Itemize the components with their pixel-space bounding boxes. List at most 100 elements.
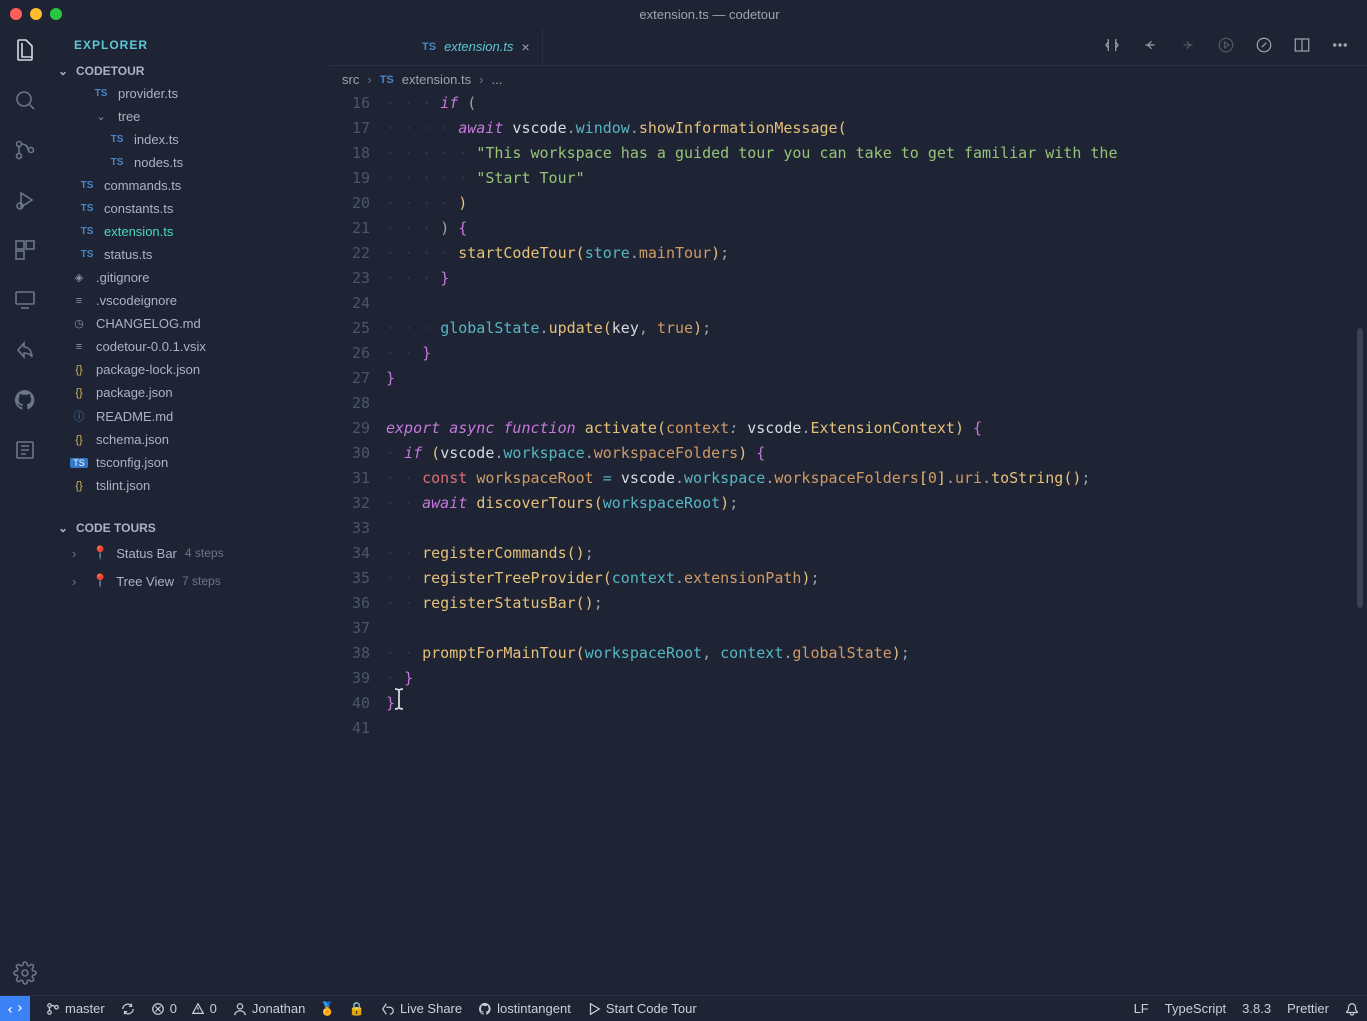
remote-explorer-icon[interactable] xyxy=(13,288,37,312)
file-pkg[interactable]: {}package.json xyxy=(58,381,330,404)
language-button[interactable]: TypeScript xyxy=(1165,1001,1226,1016)
line-number: 17 xyxy=(330,116,386,141)
section-header-codetour[interactable]: ⌄ CODETOUR xyxy=(50,60,330,82)
line-number: 37 xyxy=(330,616,386,641)
warning-icon xyxy=(191,1002,205,1016)
file-label: commands.ts xyxy=(104,178,181,193)
file-nodes[interactable]: TSnodes.ts xyxy=(58,151,330,174)
file-commands[interactable]: TS commands.ts xyxy=(58,174,330,197)
file-readme[interactable]: ⓘREADME.md xyxy=(58,404,330,428)
tour-item-treeview[interactable]: › 📍 Tree View 7 steps xyxy=(50,567,330,595)
scrollbar[interactable] xyxy=(1357,328,1363,608)
open-changes-icon[interactable] xyxy=(1255,36,1273,57)
explorer-icon[interactable] xyxy=(13,38,37,62)
line-number: 18 xyxy=(330,141,386,166)
run-icon[interactable] xyxy=(1217,36,1235,57)
ts-icon: TS xyxy=(380,74,394,86)
compare-icon[interactable] xyxy=(1103,36,1121,57)
file-pkglock[interactable]: {}package-lock.json xyxy=(58,358,330,381)
debug-icon[interactable] xyxy=(13,188,37,212)
breadcrumb-src[interactable]: src xyxy=(342,72,359,87)
chevron-down-icon: ⌄ xyxy=(56,64,70,78)
tab-extension[interactable]: TS extension.ts × xyxy=(410,28,543,65)
line-number: 16 xyxy=(330,91,386,116)
source-control-icon[interactable] xyxy=(13,138,37,162)
text-icon: ≡ xyxy=(70,295,88,307)
start-tour-button[interactable]: Start Code Tour xyxy=(587,1001,697,1016)
prettier-button[interactable]: Prettier xyxy=(1287,1001,1329,1016)
code-area[interactable]: 16· · · if ( 17· · · · await vscode.wind… xyxy=(330,91,1367,995)
section-header-tours[interactable]: ⌄ CODE TOURS xyxy=(50,517,330,539)
split-editor-icon[interactable] xyxy=(1293,36,1311,57)
ts-version-button[interactable]: 3.8.3 xyxy=(1242,1001,1271,1016)
ts-icon: TS xyxy=(78,249,96,260)
liveshare-icon[interactable] xyxy=(13,338,37,362)
eol-button[interactable]: LF xyxy=(1134,1001,1149,1016)
tour-name: Status Bar xyxy=(116,546,177,561)
line-number: 28 xyxy=(330,391,386,416)
branch-button[interactable]: master xyxy=(46,1001,105,1016)
editor-actions xyxy=(1103,36,1367,57)
file-label: tree xyxy=(118,109,140,124)
close-icon[interactable]: × xyxy=(521,39,529,55)
folder-tree[interactable]: ⌄tree xyxy=(58,105,330,128)
ts-icon: TS xyxy=(108,134,126,145)
sync-button[interactable] xyxy=(121,1002,135,1016)
file-index[interactable]: TSindex.ts xyxy=(58,128,330,151)
editor-panel: 16· · · if ( 17· · · · await vscode.wind… xyxy=(330,91,1367,995)
activity-bar xyxy=(0,28,50,995)
more-icon[interactable] xyxy=(1331,36,1349,57)
fullscreen-window-icon[interactable] xyxy=(50,8,62,20)
minimize-window-icon[interactable] xyxy=(30,8,42,20)
file-constants[interactable]: TSconstants.ts xyxy=(58,197,330,220)
breadcrumbs[interactable]: src › TS extension.ts › ... xyxy=(330,66,1367,91)
breadcrumb-file[interactable]: extension.ts xyxy=(402,72,471,87)
file-label: package.json xyxy=(96,385,173,400)
tour-steps: 7 steps xyxy=(182,574,221,588)
extensions-icon[interactable] xyxy=(13,238,37,262)
file-tsconfig[interactable]: TStsconfig.json xyxy=(58,451,330,474)
statusbar: master 0 0 Jonathan 🏅 🔒 Live Share losti… xyxy=(0,995,1367,1021)
file-tslint[interactable]: {}tslint.json xyxy=(58,474,330,497)
feedback-button[interactable] xyxy=(1345,1002,1359,1016)
go-forward-icon[interactable] xyxy=(1179,36,1197,57)
line-number: 34 xyxy=(330,541,386,566)
remote-icon xyxy=(8,1002,22,1016)
search-icon[interactable] xyxy=(13,88,37,112)
file-label: .gitignore xyxy=(96,270,149,285)
file-changelog[interactable]: ◷CHANGELOG.md xyxy=(58,312,330,335)
line-number: 21 xyxy=(330,216,386,241)
close-window-icon[interactable] xyxy=(10,8,22,20)
file-status[interactable]: TSstatus.ts xyxy=(58,243,330,266)
liveshare-user[interactable]: Jonathan 🏅 🔒 xyxy=(233,1001,365,1017)
tsconfig-icon: TS xyxy=(70,458,88,468)
line-number: 20 xyxy=(330,191,386,216)
github-user-button[interactable]: lostintangent xyxy=(478,1001,571,1016)
file-provider[interactable]: TSprovider.ts xyxy=(58,82,330,105)
liveshare-button[interactable]: Live Share xyxy=(381,1001,462,1016)
go-back-icon[interactable] xyxy=(1141,36,1159,57)
line-number: 32 xyxy=(330,491,386,516)
tour-item-statusbar[interactable]: › 📍 Status Bar 4 steps xyxy=(50,539,330,567)
file-label: CHANGELOG.md xyxy=(96,316,201,331)
ts-icon: TS xyxy=(78,180,96,191)
file-vscodeignore[interactable]: ≡.vscodeignore xyxy=(58,289,330,312)
file-label: README.md xyxy=(96,409,173,424)
file-vsix[interactable]: ≡codetour-0.0.1.vsix xyxy=(58,335,330,358)
settings-gear-icon[interactable] xyxy=(13,961,37,985)
file-extension[interactable]: TSextension.ts xyxy=(58,220,330,243)
file-label: constants.ts xyxy=(104,201,173,216)
codetour-panel-icon[interactable] xyxy=(13,438,37,462)
titlebar: extension.ts — codetour xyxy=(0,0,1367,28)
git-icon: ◈ xyxy=(70,271,88,284)
file-gitignore[interactable]: ◈ .gitignore xyxy=(58,266,330,289)
breadcrumb-more[interactable]: ... xyxy=(491,72,502,87)
file-schema[interactable]: {}schema.json xyxy=(58,428,330,451)
warning-count: 0 xyxy=(210,1001,217,1016)
chevron-right-icon: › xyxy=(72,546,84,561)
remote-button[interactable] xyxy=(0,996,30,1021)
error-count: 0 xyxy=(170,1001,177,1016)
problems-button[interactable]: 0 0 xyxy=(151,1001,217,1016)
lock-icon: 🔒 xyxy=(349,1001,365,1017)
github-icon[interactable] xyxy=(13,388,37,412)
